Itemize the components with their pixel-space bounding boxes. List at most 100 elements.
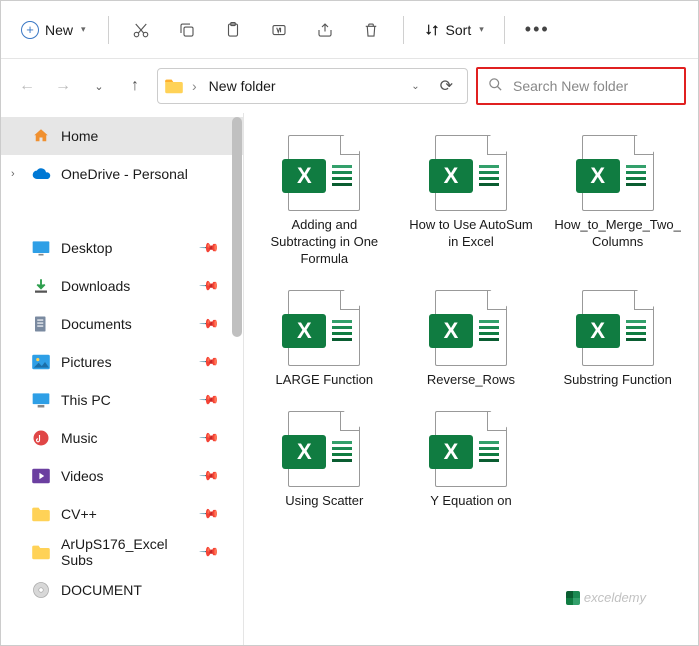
sort-label: Sort — [446, 22, 472, 38]
watermark: exceldemy — [566, 590, 646, 605]
sidebar: Home › OneDrive - Personal Desktop 📌 Dow… — [1, 113, 244, 645]
file-label: Reverse_Rows — [427, 372, 515, 389]
chevron-down-icon[interactable]: ⌄ — [405, 81, 425, 92]
pin-icon: 📌 — [198, 351, 221, 374]
sidebar-item-documents[interactable]: Documents 📌 — [1, 305, 243, 343]
home-icon — [31, 127, 51, 145]
file-label: Y Equation on — [430, 493, 511, 510]
sidebar-item-label: Home — [61, 128, 98, 144]
desktop-icon — [31, 239, 51, 257]
expand-icon[interactable]: › — [11, 168, 15, 180]
file-item[interactable]: X LARGE Function — [254, 284, 395, 395]
share-icon[interactable] — [303, 11, 347, 49]
separator — [403, 16, 404, 44]
sidebar-item-desktop[interactable]: Desktop 📌 — [1, 229, 243, 267]
sidebar-item-thispc[interactable]: This PC 📌 — [1, 381, 243, 419]
pin-icon: 📌 — [198, 427, 221, 450]
chevron-down-icon: ▾ — [81, 24, 86, 35]
file-label: LARGE Function — [276, 372, 374, 389]
excel-file-icon: X — [582, 290, 654, 366]
back-button[interactable]: ← — [13, 70, 41, 102]
sidebar-item-document-disc[interactable]: DOCUMENT — [1, 571, 243, 609]
file-grid: X Adding and Subtracting in One Formula … — [244, 113, 698, 645]
file-item[interactable]: X Substring Function — [547, 284, 688, 395]
sidebar-item-onedrive[interactable]: › OneDrive - Personal — [1, 155, 243, 193]
more-button[interactable]: ••• — [515, 13, 560, 46]
new-label: New — [45, 22, 73, 38]
pin-icon: 📌 — [198, 275, 221, 298]
file-label: How_to_Merge_Two_Columns — [553, 217, 683, 251]
separator — [108, 16, 109, 44]
pin-icon: 📌 — [198, 541, 221, 564]
excel-file-icon: X — [435, 290, 507, 366]
sidebar-item-label: CV++ — [61, 506, 97, 522]
music-icon — [31, 429, 51, 447]
file-label: Substring Function — [563, 372, 671, 389]
sidebar-item-music[interactable]: Music 📌 — [1, 419, 243, 457]
excel-file-icon: X — [435, 411, 507, 487]
cut-icon[interactable] — [119, 11, 163, 49]
sidebar-item-videos[interactable]: Videos 📌 — [1, 457, 243, 495]
rename-icon[interactable] — [257, 11, 301, 49]
scrollbar[interactable] — [229, 113, 243, 645]
toolbar: + New ▾ Sort ▾ ••• — [1, 1, 698, 59]
sort-icon — [424, 22, 440, 38]
paste-icon[interactable] — [211, 11, 255, 49]
sidebar-item-folder-arups[interactable]: ArUpS176_Excel Subs 📌 — [1, 533, 243, 571]
sidebar-item-label: Documents — [61, 316, 132, 332]
sidebar-item-label: Music — [61, 430, 98, 446]
search-icon — [488, 77, 503, 95]
search-input[interactable] — [513, 78, 694, 94]
file-item[interactable]: X Using Scatter — [254, 405, 395, 516]
new-button[interactable]: + New ▾ — [9, 15, 98, 45]
sidebar-item-downloads[interactable]: Downloads 📌 — [1, 267, 243, 305]
downloads-icon — [31, 277, 51, 295]
sidebar-item-label: DOCUMENT — [61, 582, 142, 598]
search-box[interactable] — [476, 67, 686, 105]
sidebar-item-label: Videos — [61, 468, 104, 484]
file-item[interactable]: X Adding and Subtracting in One Formula — [254, 129, 395, 274]
videos-icon — [31, 467, 51, 485]
up-button[interactable]: ↑ — [121, 70, 149, 102]
sidebar-item-label: Desktop — [61, 240, 112, 256]
file-label: Using Scatter — [285, 493, 363, 510]
onedrive-icon — [31, 165, 51, 183]
file-label: Adding and Subtracting in One Formula — [259, 217, 389, 268]
file-label: How to Use AutoSum in Excel — [406, 217, 536, 251]
excel-file-icon: X — [582, 135, 654, 211]
thispc-icon — [31, 391, 51, 409]
address-bar[interactable]: › New folder ⌄ ⟳ — [157, 68, 468, 104]
file-item[interactable]: X Y Equation on — [401, 405, 542, 516]
navigation-bar: ← → ⌄ ↑ › New folder ⌄ ⟳ — [1, 59, 698, 113]
forward-button[interactable]: → — [49, 70, 77, 102]
sort-button[interactable]: Sort ▾ — [414, 16, 494, 44]
folder-icon — [31, 543, 51, 561]
pin-icon: 📌 — [198, 313, 221, 336]
sidebar-item-label: OneDrive - Personal — [61, 166, 188, 182]
excel-file-icon: X — [288, 135, 360, 211]
breadcrumb-folder[interactable]: New folder — [205, 78, 400, 94]
recent-dropdown[interactable]: ⌄ — [85, 70, 113, 102]
folder-icon — [31, 505, 51, 523]
chevron-down-icon: ▾ — [479, 24, 484, 35]
documents-icon — [31, 315, 51, 333]
file-item[interactable]: X How_to_Merge_Two_Columns — [547, 129, 688, 274]
pin-icon: 📌 — [198, 389, 221, 412]
excel-file-icon: X — [288, 290, 360, 366]
delete-icon[interactable] — [349, 11, 393, 49]
file-item[interactable]: X Reverse_Rows — [401, 284, 542, 395]
refresh-button[interactable]: ⟳ — [432, 76, 461, 96]
sidebar-item-label: Downloads — [61, 278, 130, 294]
copy-icon[interactable] — [165, 11, 209, 49]
sidebar-item-folder-cv[interactable]: CV++ 📌 — [1, 495, 243, 533]
file-item[interactable]: X How to Use AutoSum in Excel — [401, 129, 542, 274]
sidebar-item-home[interactable]: Home — [1, 117, 243, 155]
folder-icon — [164, 78, 184, 94]
sidebar-item-pictures[interactable]: Pictures 📌 — [1, 343, 243, 381]
breadcrumb-separator: › — [190, 78, 199, 94]
sidebar-item-label: Pictures — [61, 354, 112, 370]
plus-icon: + — [21, 21, 39, 39]
cd-icon — [31, 581, 51, 599]
pin-icon: 📌 — [198, 465, 221, 488]
separator — [504, 16, 505, 44]
